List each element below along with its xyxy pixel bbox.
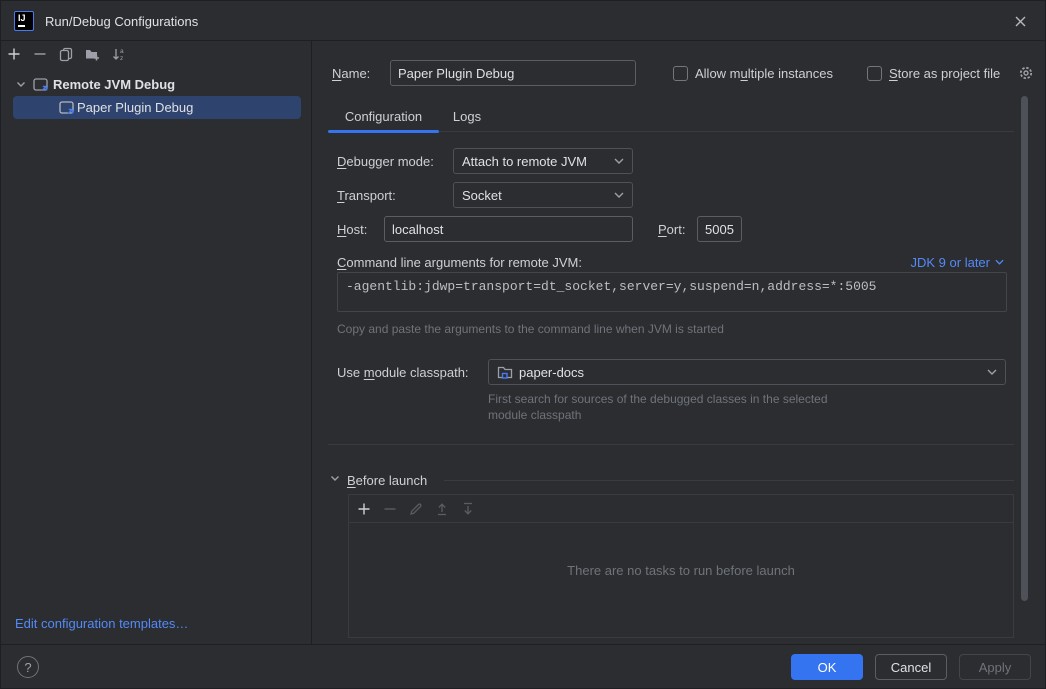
debugger-mode-select[interactable]: Attach to remote JVM <box>453 148 633 174</box>
move-task-up-button[interactable] <box>434 501 450 517</box>
svg-text:z: z <box>120 55 123 62</box>
active-tab-indicator <box>328 130 439 133</box>
tree-item-paper-plugin-debug[interactable]: Paper Plugin Debug <box>13 96 301 119</box>
tab-bar: Configuration Logs <box>328 101 1014 132</box>
close-icon <box>1014 15 1027 28</box>
apply-button[interactable]: Apply <box>959 654 1031 680</box>
tab-logs[interactable]: Logs <box>439 101 495 132</box>
sort-configurations-button[interactable]: a z <box>110 46 126 62</box>
before-launch-empty-text: There are no tasks to run before launch <box>349 563 1013 578</box>
add-icon <box>356 501 372 517</box>
module-classpath-select[interactable]: paper-docs <box>488 359 1006 385</box>
title-bar: IJ Run/Debug Configurations <box>1 1 1045 41</box>
dialog-footer: ? OK Cancel Apply <box>1 644 1045 689</box>
edit-pencil-icon <box>408 501 424 517</box>
chevron-down-icon <box>330 475 340 482</box>
sort-alpha-icon: a z <box>110 46 126 62</box>
module-icon <box>497 365 513 379</box>
move-task-down-button[interactable] <box>460 501 476 517</box>
cmdline-arguments-hint: Copy and paste the arguments to the comm… <box>337 322 724 336</box>
copy-configuration-button[interactable] <box>58 46 74 62</box>
chevron-down-icon <box>614 192 624 198</box>
edit-configuration-templates-link[interactable]: Edit configuration templates… <box>15 616 188 631</box>
help-button[interactable]: ? <box>17 656 39 678</box>
store-as-project-file-checkbox[interactable] <box>867 66 882 81</box>
before-launch-header-rule <box>444 480 1014 481</box>
tree-group-label: Remote JVM Debug <box>53 77 175 92</box>
name-label: Name: <box>332 60 370 86</box>
port-input[interactable] <box>697 216 742 242</box>
cancel-button[interactable]: Cancel <box>875 654 947 680</box>
dialog-title: Run/Debug Configurations <box>45 1 198 41</box>
store-as-project-file-settings-button[interactable] <box>1017 64 1035 82</box>
remove-icon <box>382 501 398 517</box>
chevron-down-icon <box>16 81 26 88</box>
help-icon: ? <box>24 660 31 675</box>
debugger-mode-label: Debugger mode: <box>337 148 434 174</box>
before-launch-title[interactable]: Before launch <box>347 467 427 493</box>
move-up-icon <box>434 501 450 517</box>
before-launch-tasks-panel: There are no tasks to run before launch <box>348 494 1014 638</box>
new-folder-icon <box>84 46 101 62</box>
transport-label: Transport: <box>337 182 396 208</box>
copy-icon <box>58 46 74 62</box>
transport-select[interactable]: Socket <box>453 182 633 208</box>
new-folder-button[interactable] <box>84 46 100 62</box>
remove-configuration-button[interactable] <box>32 46 48 62</box>
tree-group-remote-jvm-debug[interactable]: Remote JVM Debug <box>1 73 312 96</box>
close-button[interactable] <box>1007 9 1033 33</box>
remove-icon <box>32 46 48 62</box>
port-label: Port: <box>658 216 685 242</box>
chevron-down-icon <box>614 158 624 164</box>
add-icon <box>6 46 22 62</box>
remote-config-icon <box>59 101 75 115</box>
ok-button[interactable]: OK <box>791 654 863 680</box>
allow-multiple-instances-checkbox[interactable] <box>673 66 688 81</box>
before-launch-toolbar <box>349 495 1013 523</box>
host-input[interactable] <box>384 216 633 242</box>
chevron-down-icon <box>987 369 997 375</box>
module-classpath-label: Use module classpath: <box>337 359 469 385</box>
run-debug-configurations-dialog: IJ Run/Debug Configurations <box>0 0 1046 689</box>
host-label: Host: <box>337 216 367 242</box>
remove-task-button[interactable] <box>382 501 398 517</box>
move-down-icon <box>460 501 476 517</box>
name-input[interactable] <box>390 60 636 86</box>
sidebar-toolbar: a z <box>6 46 126 62</box>
edit-task-button[interactable] <box>408 501 424 517</box>
store-as-project-file-label[interactable]: Store as project file <box>889 60 1000 86</box>
chevron-down-icon <box>995 259 1004 265</box>
intellij-logo-icon: IJ <box>14 11 34 31</box>
allow-multiple-instances-label[interactable]: Allow multiple instances <box>695 60 833 86</box>
svg-text:a: a <box>120 48 124 55</box>
remote-config-icon <box>33 78 49 92</box>
vertical-scrollbar[interactable] <box>1021 96 1028 601</box>
add-configuration-button[interactable] <box>6 46 22 62</box>
configurations-sidebar: a z Remote JVM Debug <box>1 41 312 644</box>
cmdline-arguments-field[interactable]: -agentlib:jdwp=transport=dt_socket,serve… <box>337 272 1007 312</box>
add-task-button[interactable] <box>356 501 372 517</box>
before-launch-collapse-button[interactable] <box>330 475 340 482</box>
tab-configuration[interactable]: Configuration <box>328 101 439 132</box>
gear-icon <box>1017 64 1035 82</box>
tree-item-label: Paper Plugin Debug <box>77 100 193 115</box>
section-divider <box>328 444 1014 445</box>
module-classpath-hint: First search for sources of the debugged… <box>488 391 856 423</box>
